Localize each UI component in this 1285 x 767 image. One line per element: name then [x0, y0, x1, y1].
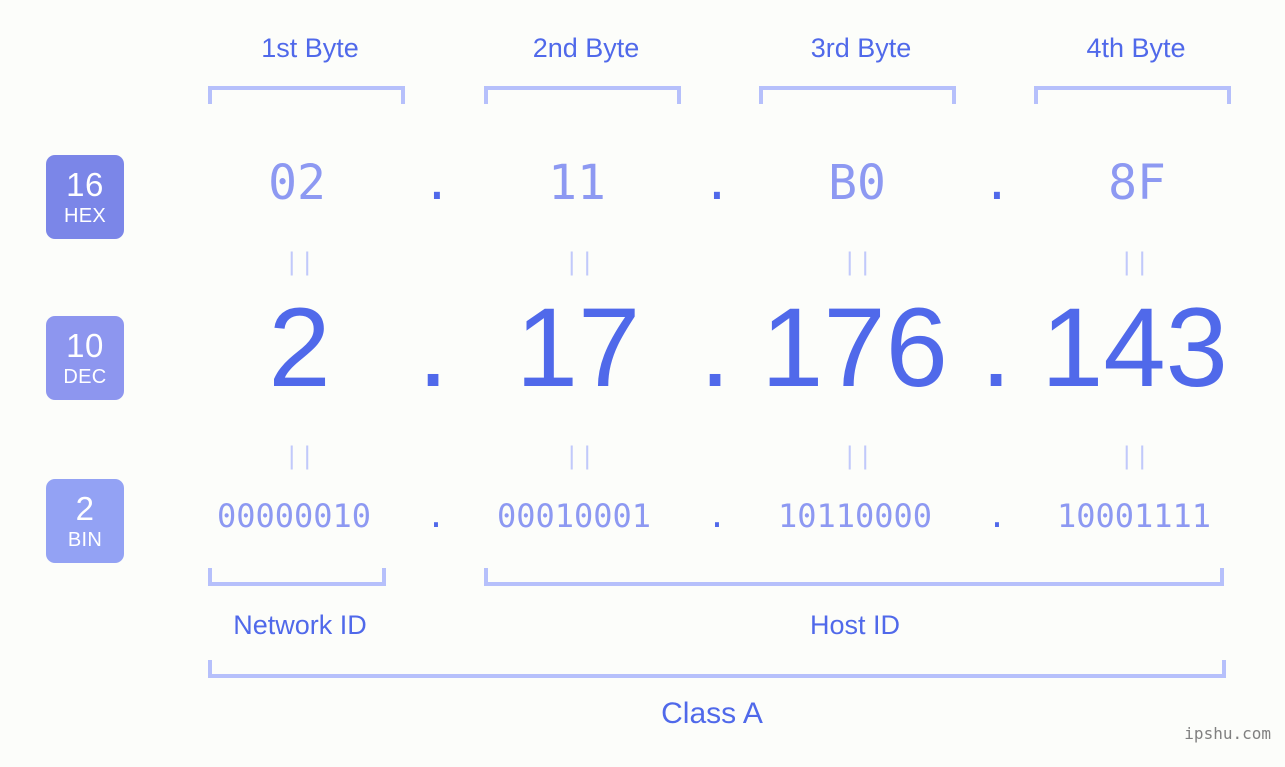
dec-byte-2: 17	[515, 285, 641, 410]
byte-header-2: 2nd Byte	[532, 33, 640, 63]
network-id-label: Network ID	[233, 610, 367, 640]
hex-badge-name: HEX	[63, 205, 107, 227]
hex-badge-number: 16	[66, 166, 104, 203]
hex-separator-1: .	[422, 155, 452, 211]
dec-byte-4: 143	[1041, 285, 1228, 410]
equals-mark-dec-bin-2: ||	[564, 442, 596, 470]
hex-byte-4: 8F	[1108, 155, 1166, 211]
dec-byte-1: 2	[268, 285, 331, 410]
dec-separator-1: .	[417, 285, 449, 410]
equals-mark-dec-bin-4: ||	[1119, 442, 1151, 470]
site-watermark: ipshu.com	[1184, 724, 1271, 743]
dec-badge: 10 DEC	[46, 316, 124, 400]
byte-bracket-3	[759, 86, 956, 104]
bin-byte-3: 10110000	[777, 497, 933, 535]
dec-separator-2: .	[699, 285, 731, 410]
hex-byte-2: 11	[548, 155, 606, 211]
bin-badge: 2 BIN	[46, 479, 124, 563]
bin-badge-name: BIN	[67, 529, 103, 551]
host-id-label: Host ID	[809, 610, 901, 640]
byte-bracket-2	[484, 86, 681, 104]
byte-header-1: 1st Byte	[261, 33, 359, 63]
class-bracket	[208, 660, 1226, 678]
bin-badge-number: 2	[75, 490, 95, 527]
equals-mark-hex-dec-3: ||	[842, 248, 874, 276]
dec-separator-3: .	[980, 285, 1012, 410]
hex-separator-2: .	[702, 155, 732, 211]
hex-separator-3: .	[982, 155, 1012, 211]
byte-header-3: 3rd Byte	[810, 33, 912, 63]
hex-byte-1: 02	[268, 155, 326, 211]
ip-breakdown-diagram: 1st Byte 2nd Byte 3rd Byte 4th Byte 16 H…	[0, 0, 1285, 767]
byte-bracket-1	[208, 86, 405, 104]
equals-mark-dec-bin-1: ||	[284, 442, 316, 470]
bin-byte-1: 00000010	[216, 497, 372, 535]
dec-badge-name: DEC	[63, 366, 107, 388]
bin-byte-2: 00010001	[496, 497, 652, 535]
equals-mark-dec-bin-3: ||	[842, 442, 874, 470]
hex-byte-3: B0	[828, 155, 886, 211]
equals-mark-hex-dec-2: ||	[564, 248, 596, 276]
byte-bracket-4	[1034, 86, 1231, 104]
dec-byte-3: 176	[761, 285, 948, 410]
dec-badge-number: 10	[66, 327, 104, 364]
network-id-bracket	[208, 568, 386, 586]
byte-header-4: 4th Byte	[1086, 33, 1186, 63]
equals-mark-hex-dec-4: ||	[1119, 248, 1151, 276]
host-id-bracket	[484, 568, 1224, 586]
hex-badge: 16 HEX	[46, 155, 124, 239]
equals-mark-hex-dec-1: ||	[284, 248, 316, 276]
bin-byte-4: 10001111	[1056, 497, 1212, 535]
class-label: Class A	[661, 697, 763, 730]
